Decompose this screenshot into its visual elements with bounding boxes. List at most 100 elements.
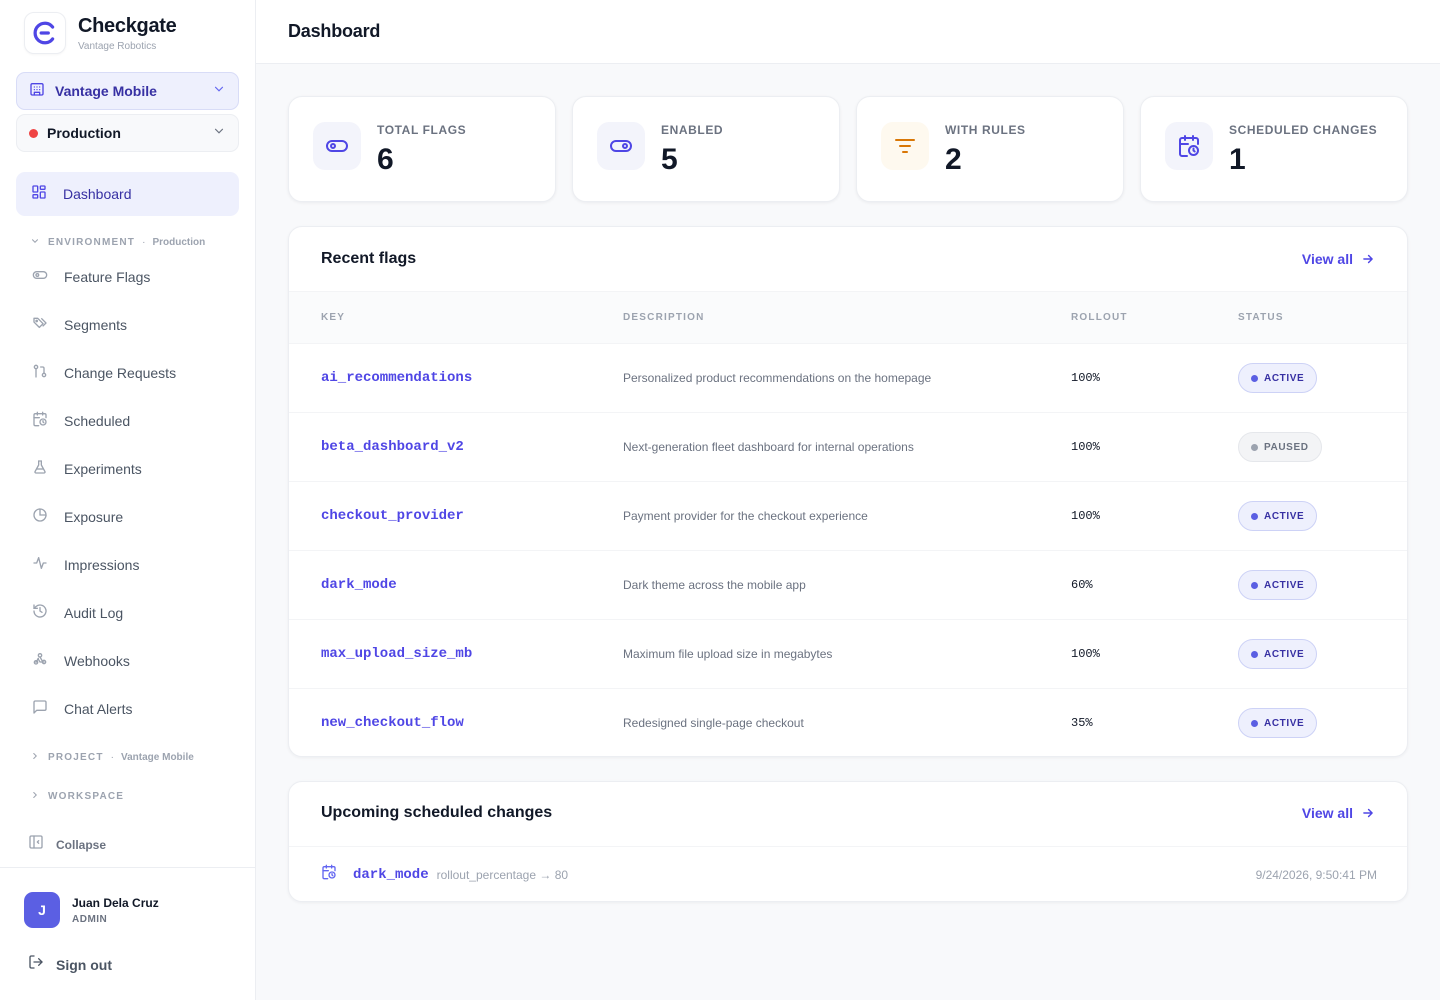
flag-rollout: 100%	[1071, 371, 1100, 385]
filter-icon	[881, 122, 929, 170]
stat-card-enabled: ENABLED 5	[572, 96, 840, 202]
flag-key[interactable]: max_upload_size_mb	[289, 620, 623, 689]
tags-icon	[32, 315, 48, 336]
sidebar-item-dashboard[interactable]: Dashboard	[16, 172, 239, 216]
brand[interactable]: Checkgate Vantage Robotics	[24, 12, 177, 54]
status-label: ACTIVE	[1264, 579, 1305, 591]
sidebar-item-chat-alerts[interactable]: Chat Alerts	[16, 685, 239, 733]
status-badge: ACTIVE	[1238, 708, 1318, 739]
table-row[interactable]: beta_dashboard_v2 Next-generation fleet …	[289, 412, 1407, 482]
table-header-row: KEY DESCRIPTION ROLLOUT STATUS	[289, 291, 1407, 344]
project-section-toggle[interactable]: PROJECT · Vantage Mobile	[30, 751, 194, 764]
flag-key[interactable]: ai_recommendations	[289, 344, 623, 413]
environment-selector[interactable]: Production	[16, 114, 239, 152]
flag-status-cell: ACTIVE	[1238, 551, 1407, 620]
table-row[interactable]: dark_mode Dark theme across the mobile a…	[289, 550, 1407, 620]
sidebar: Checkgate Vantage Robotics Vantage Mobil…	[0, 0, 256, 1000]
sidebar-item-label: Segments	[64, 317, 128, 333]
collapse-sidebar-button[interactable]: Collapse	[28, 834, 106, 855]
chevron-right-icon	[30, 790, 40, 803]
toggle-icon	[32, 267, 48, 288]
sidebar-item-feature-flags[interactable]: Feature Flags	[16, 253, 239, 301]
sidebar-item-label: Exposure	[64, 509, 124, 525]
stat-label: ENABLED	[661, 123, 724, 137]
flag-key[interactable]: dark_mode	[289, 551, 623, 620]
status-dot	[1251, 374, 1258, 382]
column-header-rollout: ROLLOUT	[1071, 312, 1128, 323]
scheduled-change-row[interactable]: dark_mode rollout_percentage → 80 9/24/2…	[289, 846, 1407, 901]
chevron-down-icon	[30, 236, 40, 249]
page-title: Dashboard	[288, 21, 381, 41]
status-badge: ACTIVE	[1238, 639, 1318, 669]
toggle-icon	[313, 122, 361, 170]
view-all-label: View all	[1301, 251, 1353, 267]
sidebar-item-label: Audit Log	[64, 605, 124, 621]
status-label: ACTIVE	[1264, 372, 1305, 384]
separator: ·	[142, 237, 146, 248]
activity-icon	[32, 555, 48, 576]
view-all-flags-link[interactable]: View all	[1302, 251, 1375, 267]
flag-key[interactable]: checkout_provider	[289, 482, 623, 551]
sidebar-item-impressions[interactable]: Impressions	[16, 541, 239, 589]
flag-status-cell: ACTIVE	[1238, 482, 1407, 551]
stat-label: SCHEDULED CHANGES	[1229, 123, 1378, 137]
table-row[interactable]: ai_recommendations Personalized product …	[289, 343, 1407, 413]
flag-description: Personalized product recommendations on …	[623, 371, 932, 385]
scheduled-flag-key[interactable]: dark_mode	[353, 867, 429, 883]
flag-description: Redesigned single-page checkout	[623, 716, 804, 731]
table-row[interactable]: checkout_provider Payment provider for t…	[289, 481, 1407, 551]
flag-status-cell: ACTIVE	[1238, 689, 1407, 757]
sidebar-item-change-requests[interactable]: Change Requests	[16, 349, 239, 397]
checkgate-logo-icon	[24, 12, 66, 54]
sidebar-item-scheduled[interactable]: Scheduled	[16, 397, 239, 445]
stat-value: 6	[377, 143, 394, 176]
sign-out-button[interactable]: Sign out	[28, 954, 112, 975]
user-role: ADMIN	[72, 913, 108, 925]
flag-status-cell: ACTIVE	[1238, 620, 1407, 689]
table-row[interactable]: new_checkout_flow Redesigned single-page…	[289, 688, 1407, 757]
chevron-down-icon	[212, 124, 226, 143]
user-profile[interactable]: J Juan Dela Cruz ADMIN	[24, 892, 159, 928]
view-all-scheduled-link[interactable]: View all	[1302, 805, 1375, 821]
sidebar-item-exposure[interactable]: Exposure	[16, 493, 239, 541]
sidebar-item-label: Feature Flags	[64, 269, 151, 285]
table-row[interactable]: max_upload_size_mb Maximum file upload s…	[289, 619, 1407, 689]
calendar-clock-icon	[321, 864, 337, 885]
flag-rollout: 100%	[1071, 647, 1100, 661]
flag-description: Dark theme across the mobile app	[623, 578, 806, 592]
workspace-section-toggle[interactable]: WORKSPACE	[30, 790, 124, 803]
status-dot	[1251, 719, 1258, 727]
scheduled-change-time: 9/24/2026, 9:50:41 PM	[1255, 867, 1377, 882]
flag-status-cell: ACTIVE	[1238, 344, 1407, 413]
project-selector[interactable]: Vantage Mobile	[16, 72, 239, 110]
collapse-label: Collapse	[56, 837, 107, 852]
chevron-down-icon	[212, 82, 226, 101]
flag-key[interactable]: beta_dashboard_v2	[289, 413, 623, 482]
flag-rollout: 35%	[1071, 716, 1093, 731]
environment-section-toggle[interactable]: ENVIRONMENT · Production	[30, 236, 205, 249]
sidebar-item-webhooks[interactable]: Webhooks	[16, 637, 239, 685]
status-dot	[1251, 581, 1258, 589]
flag-description: Maximum file upload size in megabytes	[623, 647, 833, 661]
layout-dashboard-icon	[31, 184, 47, 205]
org-name: Vantage Robotics	[78, 41, 157, 52]
status-badge: ACTIVE	[1238, 570, 1318, 600]
status-label: PAUSED	[1264, 441, 1309, 453]
stat-card-scheduled-changes: SCHEDULED CHANGES 1	[1140, 96, 1408, 202]
sidebar-item-audit-log[interactable]: Audit Log	[16, 589, 239, 637]
sidebar-item-label: Scheduled	[64, 413, 131, 429]
view-all-label: View all	[1301, 805, 1353, 821]
environment-selector-label: Production	[47, 125, 121, 141]
sidebar-item-experiments[interactable]: Experiments	[16, 445, 239, 493]
sidebar-item-label: Dashboard	[63, 186, 132, 202]
separator: ·	[110, 752, 114, 763]
calendar-clock-icon	[1165, 122, 1213, 170]
stat-card-total-flags: TOTAL FLAGS 6	[288, 96, 556, 202]
git-pull-request-icon	[32, 363, 48, 384]
flag-status-cell: PAUSED	[1238, 413, 1407, 482]
flag-key[interactable]: new_checkout_flow	[289, 689, 623, 757]
panel-title: Recent flags	[321, 250, 417, 267]
sidebar-item-segments[interactable]: Segments	[16, 301, 239, 349]
panel-left-close-icon	[28, 834, 44, 855]
message-square-icon	[32, 699, 48, 720]
